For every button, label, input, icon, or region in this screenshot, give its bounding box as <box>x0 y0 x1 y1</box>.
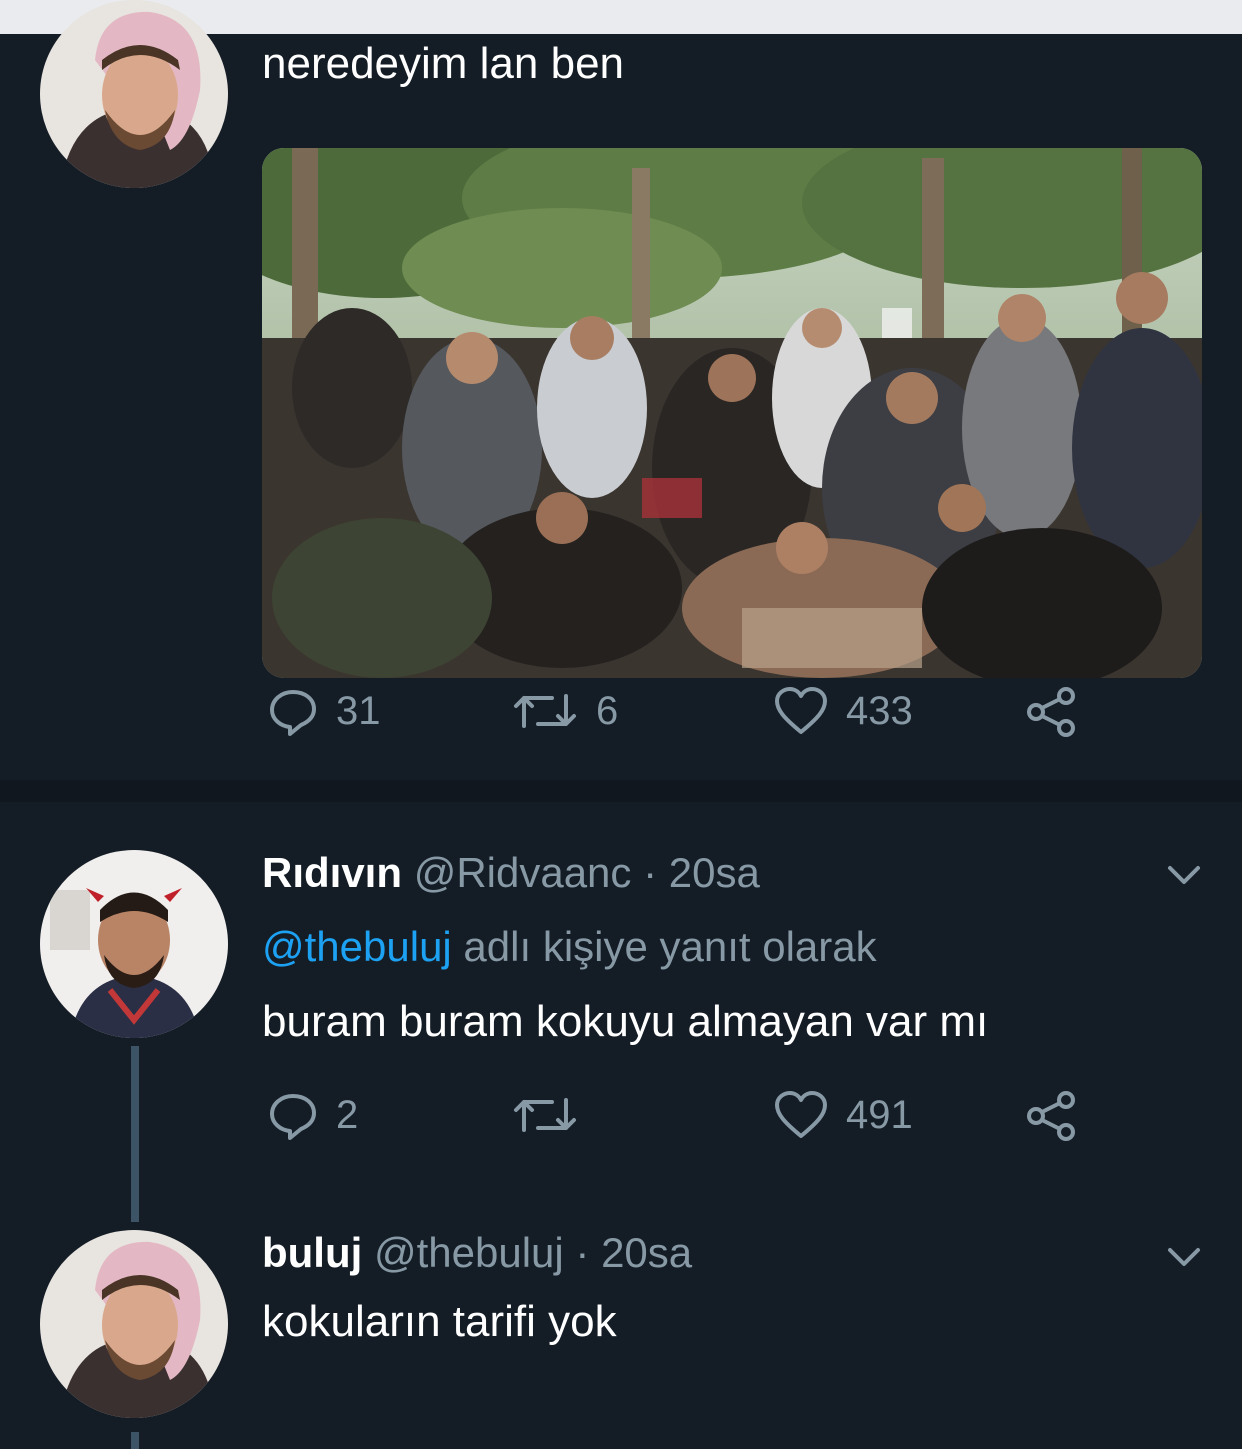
reply-count: 31 <box>336 688 381 733</box>
retweet-action[interactable]: 6 <box>512 686 618 736</box>
thread-line <box>131 1432 139 1449</box>
avatar[interactable] <box>40 850 228 1038</box>
reply-suffix: adlı kişiye yanıt olarak <box>451 923 877 970</box>
share-action[interactable] <box>1024 1090 1080 1142</box>
retweet-icon <box>512 1090 578 1140</box>
user-handle[interactable]: @thebuluj <box>374 1229 564 1276</box>
tweet-photo[interactable] <box>262 148 1202 678</box>
avatar[interactable] <box>40 1230 228 1418</box>
reply-count: 2 <box>336 1092 359 1137</box>
thread-line <box>131 1046 139 1222</box>
reply-action[interactable]: 2 <box>268 1090 358 1140</box>
avatar[interactable] <box>40 0 228 188</box>
tweet-time[interactable]: · 20sa <box>643 849 760 896</box>
tweet-time[interactable]: · 20sa <box>575 1229 692 1276</box>
reply-mention[interactable]: @thebuluj <box>262 923 452 970</box>
chevron-down-icon[interactable] <box>1166 864 1202 893</box>
like-action[interactable]: 433 <box>774 686 913 736</box>
reply-icon <box>268 1090 318 1140</box>
like-count: 433 <box>846 688 913 733</box>
share-action[interactable] <box>1024 686 1080 738</box>
like-count: 491 <box>846 1092 913 1137</box>
tweet-reply[interactable]: Rıdıvın @Ridvaanc · 20sa @thebuluj adlı … <box>0 802 1242 1220</box>
tweet-separator <box>0 780 1242 802</box>
reply-icon <box>268 686 318 736</box>
retweet-action[interactable] <box>512 1090 596 1140</box>
tweet-text: buram buram kokuyu almayan var mı <box>262 997 989 1046</box>
tweet-header: Rıdıvın @Ridvaanc · 20sa <box>262 848 760 898</box>
heart-icon <box>774 686 828 736</box>
retweet-icon <box>512 686 578 736</box>
display-name[interactable]: Rıdıvın <box>262 849 402 896</box>
heart-icon <box>774 1090 828 1140</box>
tweet-actions: 2 491 <box>268 1090 1088 1150</box>
tweet-original[interactable]: neredeyim lan ben 31 6 433 <box>0 0 1242 780</box>
reply-action[interactable]: 31 <box>268 686 381 736</box>
share-icon <box>1024 686 1080 738</box>
share-icon <box>1024 1090 1080 1142</box>
display-name[interactable]: buluj <box>262 1229 362 1276</box>
replying-to: @thebuluj adlı kişiye yanıt olarak <box>262 922 877 972</box>
tweet-text: neredeyim lan ben <box>262 39 625 88</box>
tweet-text: kokuların tarifi yok <box>262 1297 617 1346</box>
chevron-down-icon[interactable] <box>1166 1246 1202 1275</box>
tweet-actions: 31 6 433 <box>268 686 1088 746</box>
retweet-count: 6 <box>596 688 619 733</box>
like-action[interactable]: 491 <box>774 1090 913 1140</box>
tweet-header: buluj @thebuluj · 20sa <box>262 1228 692 1278</box>
user-handle[interactable]: @Ridvaanc <box>414 849 632 896</box>
tweet-reply[interactable]: buluj @thebuluj · 20sa kokuların tarifi … <box>0 1222 1242 1449</box>
